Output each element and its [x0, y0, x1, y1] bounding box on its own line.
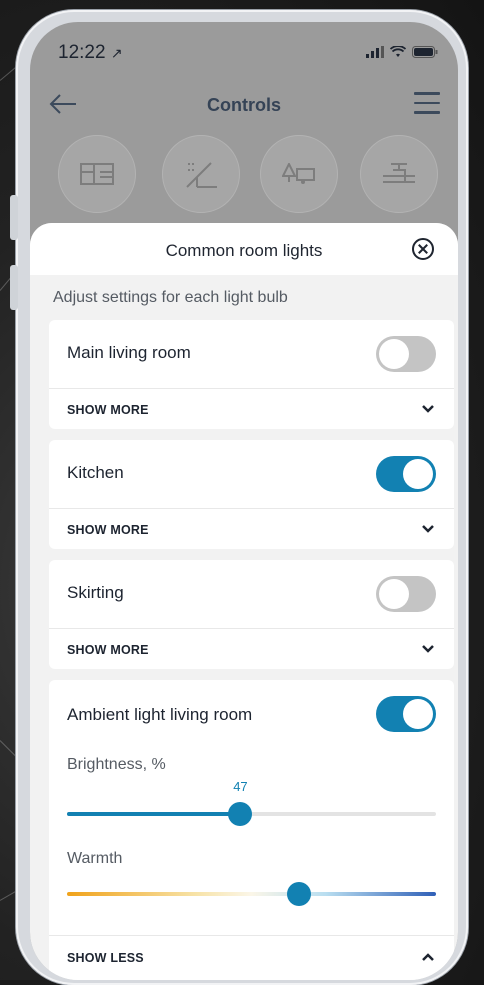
warmth-label: Warmth [67, 850, 123, 867]
light-card-expanded: Ambient light living room Brightness, % … [49, 680, 454, 980]
category-valve-button[interactable] [360, 135, 438, 213]
light-name: Kitchen [67, 463, 124, 482]
brightness-value: 47 [233, 779, 248, 794]
light-row: Ambient light living room [49, 680, 454, 750]
category-floor-plan-button[interactable] [58, 135, 136, 213]
battery-icon [412, 46, 438, 58]
app-header: Controls [30, 82, 458, 126]
show-more-label: SHOW MORE [67, 403, 149, 417]
hamburger-menu-icon[interactable] [414, 92, 440, 114]
show-more-row[interactable]: SHOW MORE [49, 629, 454, 669]
light-name: Skirting [67, 583, 124, 602]
brightness-fill [67, 812, 241, 816]
brightness-thumb[interactable] [228, 802, 253, 826]
light-card: Kitchen SHOW MORE [49, 440, 454, 549]
toggle-knob [403, 459, 433, 489]
sheet-header: Common room lights [30, 223, 458, 275]
show-less-label: SHOW LESS [67, 951, 144, 965]
wifi-icon [390, 46, 406, 57]
show-more-label: SHOW MORE [67, 523, 149, 537]
light-card: Skirting SHOW MORE [49, 560, 454, 669]
show-more-row[interactable]: SHOW MORE [49, 509, 454, 549]
status-time: 12:22 ↗ [58, 42, 123, 63]
phone-side-button [10, 265, 18, 310]
phone-side-button [10, 195, 18, 240]
light-row: Skirting [49, 560, 454, 629]
brightness-label: Brightness, % [67, 756, 166, 773]
light-name: Ambient light living room [67, 705, 253, 724]
toggle-knob [379, 339, 409, 369]
chevron-down-icon [422, 645, 434, 653]
phone-screen: 12:22 ↗ Controls Common room lights Adju… [30, 22, 458, 980]
category-camper-button[interactable] [260, 135, 338, 213]
signal-icon [366, 46, 384, 58]
light-row: Kitchen [49, 440, 454, 509]
close-icon[interactable] [412, 238, 434, 260]
floor-plan-icon [80, 163, 114, 185]
chevron-up-icon [422, 953, 434, 961]
show-less-row[interactable]: SHOW LESS [49, 935, 454, 976]
show-more-label: SHOW MORE [67, 643, 149, 657]
brightness-slider[interactable]: 47 [67, 779, 436, 826]
light-toggle[interactable] [376, 576, 436, 612]
light-toggle[interactable] [376, 456, 436, 492]
light-toggle[interactable] [376, 336, 436, 372]
valve-pipe-icon [383, 163, 415, 183]
status-icons [366, 46, 438, 58]
toggle-knob [379, 579, 409, 609]
chevron-down-icon [422, 405, 434, 413]
category-strip [30, 135, 458, 215]
warmth-thumb[interactable] [287, 882, 312, 906]
location-arrow-icon: ↗ [110, 45, 123, 61]
light-toggle[interactable] [376, 696, 436, 732]
category-shower-button[interactable] [162, 135, 240, 213]
status-bar: 12:22 ↗ [30, 22, 458, 82]
shower-icon [186, 162, 217, 188]
camper-tree-icon [282, 163, 315, 184]
show-more-row[interactable]: SHOW MORE [49, 389, 454, 429]
sheet-subtitle: Adjust settings for each light bulb [53, 289, 288, 306]
sheet-title: Common room lights [165, 241, 323, 260]
page-title: Controls [207, 95, 281, 115]
chevron-down-icon [422, 525, 434, 533]
light-row: Main living room [49, 320, 454, 389]
warmth-slider[interactable] [67, 882, 436, 906]
light-card: Main living room SHOW MORE [49, 320, 454, 429]
lights-bottom-sheet: Common room lights Adjust settings for e… [30, 223, 458, 980]
light-name: Main living room [67, 343, 191, 362]
toggle-knob [403, 699, 433, 729]
